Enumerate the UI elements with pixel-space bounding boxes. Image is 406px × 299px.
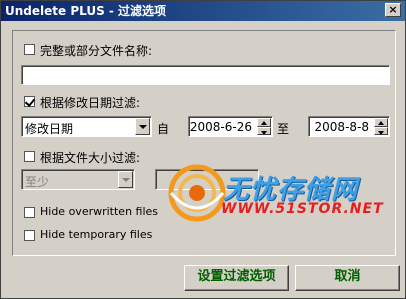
title-bar[interactable]: Undelete PLUS - 过滤选项 × [1,1,405,21]
filename-filter-checkbox[interactable] [24,44,35,55]
filename-input[interactable] [21,65,390,85]
date-to-picker[interactable]: 2008-8-8 [308,116,390,137]
apply-filter-button[interactable]: 设置过滤选项 [184,265,289,291]
hide-temporary-checkbox[interactable] [24,230,35,241]
size-value-input[interactable] [155,169,259,190]
cancel-button[interactable]: 取消 [295,265,400,291]
date-from-picker[interactable]: 2008-6-26 [188,116,273,137]
size-comparator-selected: 至少 [25,175,50,189]
spin-down-icon[interactable] [374,126,388,135]
close-icon: × [388,3,398,16]
spin-up-icon[interactable] [374,118,388,127]
window-title: Undelete PLUS - 过滤选项 [5,4,167,18]
date-from-spinner[interactable] [257,118,271,135]
date-field-selected: 修改日期 [25,122,74,136]
size-comparator-select[interactable]: 至少 [21,169,135,190]
hide-overwritten-checkbox[interactable] [24,207,35,218]
spin-up-icon[interactable] [257,118,271,127]
size-filter-label: 根据文件大小过滤: [40,151,141,165]
date-to-value: 2008-8-8 [314,120,369,134]
hide-temporary-label: Hide temporary files [40,228,153,241]
date-from-label: 自 [157,122,170,136]
chevron-down-icon[interactable] [135,118,150,135]
date-to-spinner[interactable] [374,118,388,135]
size-filter-checkbox[interactable] [24,151,35,162]
filename-filter-label: 完整或部分文件名称: [40,44,153,58]
date-from-value: 2008-6-26 [189,120,252,134]
close-button[interactable]: × [385,3,401,17]
filter-options-dialog: Undelete PLUS - 过滤选项 × 完整或部分文件名称: 根据修改日期… [0,0,406,299]
date-filter-checkbox[interactable] [24,96,35,107]
date-to-label: 至 [277,122,290,136]
filter-panel [12,30,396,256]
date-field-select[interactable]: 修改日期 [21,116,152,137]
chevron-down-icon[interactable] [118,171,133,188]
spin-down-icon[interactable] [257,126,271,135]
date-filter-label: 根据修改日期过滤: [40,96,141,110]
hide-overwritten-label: Hide overwritten files [40,205,159,218]
